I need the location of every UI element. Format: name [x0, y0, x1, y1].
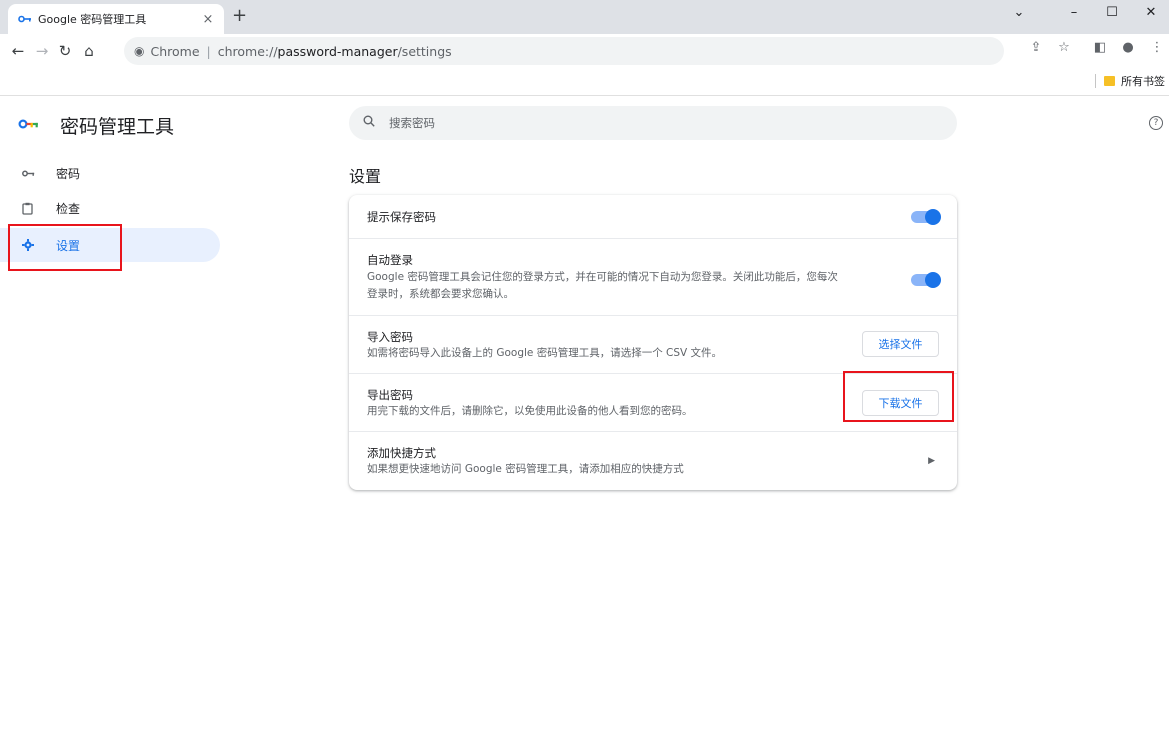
search-input[interactable]: 搜索密码	[349, 106, 957, 140]
export-label: 导出密码	[367, 388, 413, 402]
sidebar-item-label: 检查	[56, 201, 81, 216]
import-description: 如需将密码导入此设备上的 Google 密码管理工具，请选择一个 CSV 文件。	[367, 347, 723, 359]
sidebar-item-passwords[interactable]: 密码	[0, 156, 220, 190]
back-arrow-icon[interactable]: ←	[7, 42, 29, 60]
url-text: chrome://password-manager/settings	[217, 43, 452, 59]
browser-toolbar: ← → ↻ ⌂ ◉ Chrome | chrome://password-man…	[0, 34, 1169, 68]
app-title: 密码管理工具	[60, 116, 175, 138]
export-passwords-row: 导出密码 用完下载的文件后，请删除它，以免使用此设备的他人看到您的密码。 下载文…	[349, 373, 957, 431]
bookmark-star-icon[interactable]: ☆	[1054, 40, 1074, 55]
bookmarks-bar: 所有书签	[0, 68, 1169, 96]
choose-file-button[interactable]: 选择文件	[862, 331, 939, 357]
search-placeholder: 搜索密码	[389, 116, 435, 130]
site-chip-label: Chrome	[150, 43, 200, 59]
forward-arrow-icon[interactable]: →	[31, 42, 53, 60]
maximize-button[interactable]: ☐	[1094, 0, 1130, 24]
sidebar-item-label: 设置	[56, 238, 81, 253]
offer-save-row[interactable]: 提示保存密码	[349, 195, 957, 238]
reload-icon[interactable]: ↻	[54, 42, 76, 60]
help-icon[interactable]: ?	[1149, 116, 1163, 130]
address-bar[interactable]: ◉ Chrome | chrome://password-manager/set…	[124, 37, 1004, 65]
import-label: 导入密码	[367, 330, 413, 344]
toggle-knob	[925, 209, 941, 225]
sidebar-item-checkup[interactable]: 检查	[0, 191, 220, 225]
shortcut-description: 如果想更快速地访问 Google 密码管理工具，请添加相应的快捷方式	[367, 463, 684, 475]
gear-icon	[22, 239, 56, 251]
all-bookmarks-button[interactable]: 所有书签	[1095, 73, 1165, 89]
offer-save-label: 提示保存密码	[367, 210, 436, 224]
all-bookmarks-label: 所有书签	[1121, 75, 1165, 88]
bookmarks-separator	[1095, 74, 1096, 88]
download-file-button[interactable]: 下载文件	[862, 390, 939, 416]
password-manager-logo-icon	[18, 115, 40, 133]
add-shortcut-row[interactable]: 添加快捷方式 如果想更快速地访问 Google 密码管理工具，请添加相应的快捷方…	[349, 431, 957, 490]
omnibox-separator: |	[206, 43, 211, 59]
chrome-logo-icon: ◉	[134, 44, 145, 58]
sidebar-item-label: 密码	[56, 166, 81, 181]
auto-signin-label: 自动登录	[367, 253, 413, 267]
browser-tab[interactable]: Google 密码管理工具 ×	[8, 4, 224, 34]
minimize-button[interactable]: –	[1056, 0, 1092, 24]
offer-save-toggle[interactable]	[911, 209, 941, 225]
tab-strip: Google 密码管理工具 × + ⌄ – ☐ ✕	[0, 0, 1169, 34]
tab-close-icon[interactable]: ×	[200, 12, 216, 27]
import-passwords-row: 导入密码 如需将密码导入此设备上的 Google 密码管理工具，请选择一个 CS…	[349, 315, 957, 373]
auto-signin-row[interactable]: 自动登录 Google 密码管理工具会记住您的登录方式，并在可能的情况下自动为您…	[349, 238, 957, 315]
checkup-icon	[22, 202, 56, 215]
home-icon[interactable]: ⌂	[78, 42, 100, 60]
export-description: 用完下载的文件后，请删除它，以免使用此设备的他人看到您的密码。	[367, 405, 693, 417]
side-panel-icon[interactable]: ◧	[1090, 40, 1110, 55]
folder-icon	[1104, 76, 1115, 86]
close-window-button[interactable]: ✕	[1133, 0, 1169, 24]
key-icon	[18, 15, 38, 23]
chevron-right-icon: ▶	[928, 456, 935, 466]
auto-signin-toggle[interactable]	[911, 272, 941, 288]
sidebar-item-settings[interactable]: 设置	[0, 228, 220, 262]
shortcut-label: 添加快捷方式	[367, 446, 436, 460]
menu-kebab-icon[interactable]: ⋮	[1147, 40, 1167, 55]
search-icon	[363, 115, 375, 131]
toggle-knob	[925, 272, 941, 288]
tab-title: Google 密码管理工具	[38, 13, 147, 26]
share-icon[interactable]: ⇪	[1026, 40, 1046, 55]
tab-search-icon[interactable]: ⌄	[1001, 0, 1037, 24]
key-icon	[22, 170, 56, 177]
auto-signin-description: Google 密码管理工具会记住您的登录方式，并在可能的情况下自动为您登录。关闭…	[367, 271, 838, 300]
new-tab-button[interactable]: +	[232, 5, 247, 26]
settings-card: 提示保存密码 自动登录 Google 密码管理工具会记住您的登录方式，并在可能的…	[349, 195, 957, 490]
profile-avatar-icon[interactable]: ●	[1118, 40, 1138, 55]
page-title: 设置	[349, 167, 382, 186]
